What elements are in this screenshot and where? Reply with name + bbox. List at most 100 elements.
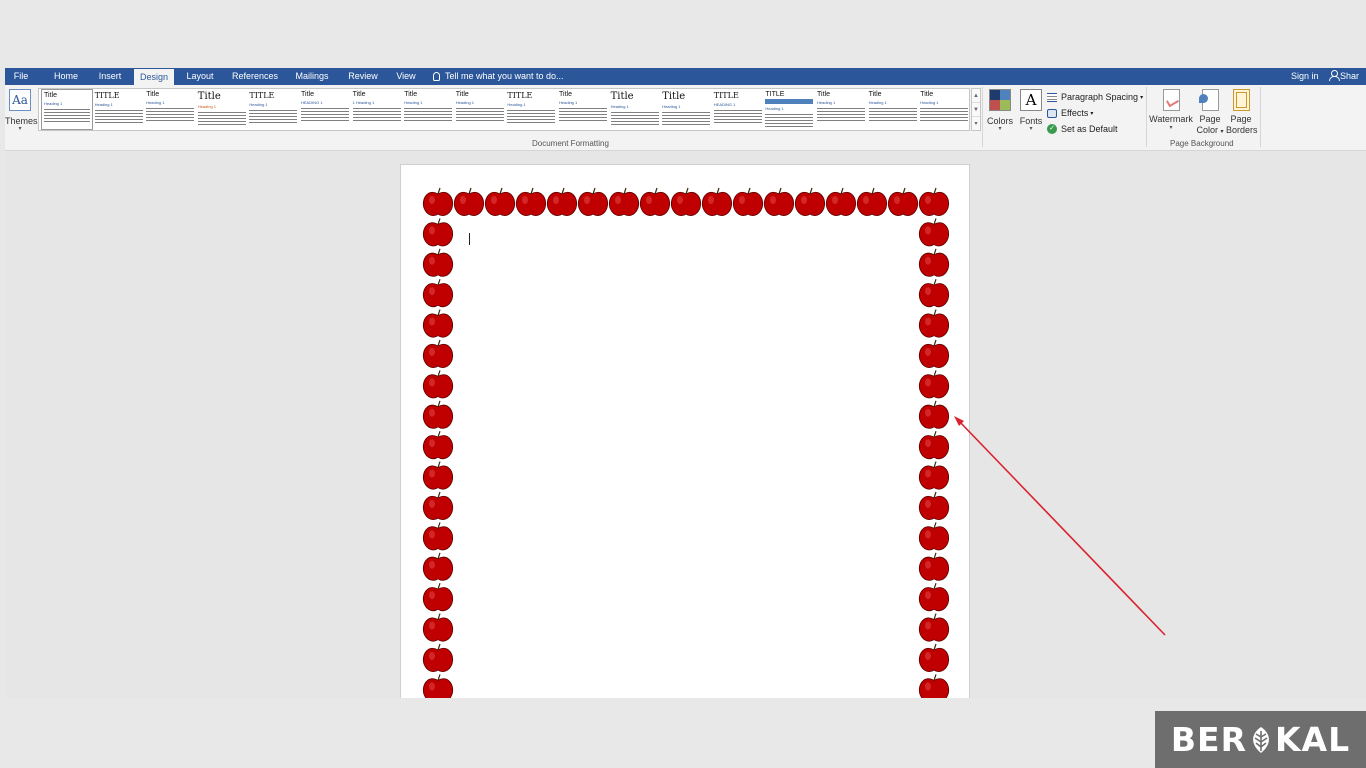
design-ribbon: Aa Themes ▾ Title Heading 1 TITLE Heading 1… <box>5 85 1366 151</box>
style-set-thumbnail[interactable]: Title Heading 1 <box>41 89 93 130</box>
group-divider <box>982 87 983 147</box>
tab-view[interactable]: View <box>391 68 421 85</box>
apple-icon <box>918 248 950 277</box>
document-page[interactable] <box>400 164 970 698</box>
watermark-icon <box>1162 89 1180 111</box>
style-set-thumbnail[interactable]: TITLE Heading 1 <box>505 89 557 130</box>
formatting-commands: Paragraph Spacing ▾ Effects ▾ ✓ Set as D… <box>1047 89 1143 137</box>
tab-design[interactable]: Design <box>134 69 174 85</box>
chevron-down-icon: ▾ <box>1220 129 1224 135</box>
apple-icon <box>918 279 950 308</box>
style-set-title: Title <box>868 91 882 98</box>
style-set-title: Title <box>404 91 418 98</box>
apple-icon <box>422 370 454 399</box>
style-set-thumbnail[interactable]: Title Heading 1 <box>144 89 196 130</box>
style-set-body-preview <box>94 109 143 123</box>
style-set-title: Title <box>455 91 469 98</box>
ribbon-tab-bar: File Home Insert Design Layout Reference… <box>5 68 1366 85</box>
apple-icon <box>546 187 578 216</box>
colors-button[interactable]: Colors ▾ <box>985 87 1015 132</box>
style-set-thumbnail[interactable]: TITLE Heading 1 <box>247 89 299 130</box>
gallery-scrollbar[interactable]: ▲ ▼ ▾ <box>971 88 981 131</box>
style-set-title: Title <box>920 91 934 98</box>
apple-icon <box>639 187 671 216</box>
effects-button[interactable]: Effects ▾ <box>1047 105 1143 121</box>
style-set-heading: Heading 1 <box>559 100 578 105</box>
apple-icon <box>608 187 640 216</box>
style-set-thumbnail[interactable]: Title HEADING 1 <box>299 89 351 130</box>
style-set-thumbnail[interactable]: Title Heading 1 <box>867 89 919 130</box>
apple-icon <box>422 522 454 551</box>
style-set-thumbnail[interactable]: Title Heading 1 <box>402 89 454 130</box>
set-as-default-label: Set as Default <box>1061 124 1118 134</box>
apple-icon <box>918 522 950 551</box>
tab-file[interactable]: File <box>5 68 37 85</box>
style-set-thumbnail[interactable]: Title Heading 1 <box>918 89 969 130</box>
colors-label: Colors <box>986 116 1013 126</box>
style-set-body-preview <box>765 113 814 127</box>
page-color-button[interactable]: Page Color ▾ <box>1195 87 1225 138</box>
chevron-down-icon: ▾ <box>998 126 1002 132</box>
style-set-thumbnail[interactable]: TITLE Heading 1 <box>93 89 145 130</box>
font-icon: A <box>1020 89 1042 111</box>
share-label: Shar <box>1340 71 1360 81</box>
style-set-gallery: Title Heading 1 TITLE Heading 1 Title Heading… <box>38 88 970 131</box>
apple-icon <box>422 218 454 247</box>
sign-in-link[interactable]: Sign in <box>1291 68 1319 85</box>
tab-layout[interactable]: Layout <box>182 68 218 85</box>
style-set-thumbnail[interactable]: TITLE HEADING 1 <box>712 89 764 130</box>
page-color-label-2-text: Color <box>1196 125 1218 135</box>
tab-insert[interactable]: Insert <box>93 68 127 85</box>
style-set-thumbnail[interactable]: Title Heading 1 <box>609 89 661 130</box>
themes-button[interactable]: Aa Themes ▾ <box>5 87 38 139</box>
style-set-thumbnail[interactable]: Title Heading 1 <box>454 89 506 130</box>
tell-me-box[interactable]: Tell me what you want to do... <box>433 68 564 85</box>
style-set-body-preview <box>404 107 453 121</box>
page-borders-button[interactable]: Page Borders <box>1226 87 1258 136</box>
brand-text-before: BER <box>1170 720 1247 759</box>
style-set-heading: Heading 1 <box>455 100 475 105</box>
style-set-heading: Heading 1 <box>817 100 836 105</box>
style-set-thumbnail[interactable]: Title Heading 1 <box>557 89 609 130</box>
apple-icon <box>794 187 826 216</box>
tab-references[interactable]: References <box>228 68 282 85</box>
style-set-body-preview <box>662 111 711 125</box>
paint-bucket-icon <box>1198 89 1219 111</box>
effects-icon <box>1047 108 1057 118</box>
apple-icon <box>422 461 454 490</box>
style-set-thumbnail[interactable]: Title 1 Heading 1 <box>351 89 403 130</box>
paragraph-spacing-button[interactable]: Paragraph Spacing ▾ <box>1047 89 1143 105</box>
style-set-body-preview <box>352 107 401 121</box>
style-set-title: TITLE <box>94 91 120 100</box>
tab-mailings[interactable]: Mailings <box>290 68 334 85</box>
chevron-down-icon: ▾ <box>1140 94 1144 101</box>
style-set-thumbnail[interactable]: Title Heading 1 <box>196 89 248 130</box>
style-set-body-preview <box>146 107 195 121</box>
set-as-default-button[interactable]: ✓ Set as Default <box>1047 121 1143 137</box>
share-button[interactable]: Shar <box>1329 68 1366 85</box>
style-set-thumbnail[interactable]: Title Heading 1 <box>660 89 712 130</box>
scroll-down-icon[interactable]: ▼ <box>972 103 980 117</box>
style-set-thumbnail[interactable]: Title Heading 1 <box>815 89 867 130</box>
fonts-button[interactable]: A Fonts ▾ <box>1016 87 1046 132</box>
tab-review[interactable]: Review <box>343 68 383 85</box>
lightbulb-icon <box>433 72 440 81</box>
paragraph-spacing-label: Paragraph Spacing <box>1061 92 1139 102</box>
apple-page-border <box>422 187 950 698</box>
watermark-button[interactable]: Watermark ▾ <box>1149 87 1193 131</box>
style-set-body-preview <box>249 109 298 123</box>
effects-label: Effects <box>1061 108 1089 118</box>
apple-icon <box>422 279 454 308</box>
style-set-title: Title <box>352 91 366 98</box>
style-set-body-preview <box>610 111 659 125</box>
tab-home[interactable]: Home <box>48 68 84 85</box>
style-set-thumbnail[interactable]: TITLE Heading 1 <box>763 89 815 130</box>
style-set-title: Title <box>662 91 686 102</box>
style-set-heading: Heading 1 <box>197 104 217 109</box>
style-set-heading: HEADING 1 <box>713 102 736 107</box>
apple-icon <box>422 552 454 581</box>
apple-icon <box>422 248 454 277</box>
style-set-body-preview <box>44 108 90 122</box>
gallery-more-icon[interactable]: ▾ <box>972 117 980 131</box>
scroll-up-icon[interactable]: ▲ <box>972 89 980 103</box>
